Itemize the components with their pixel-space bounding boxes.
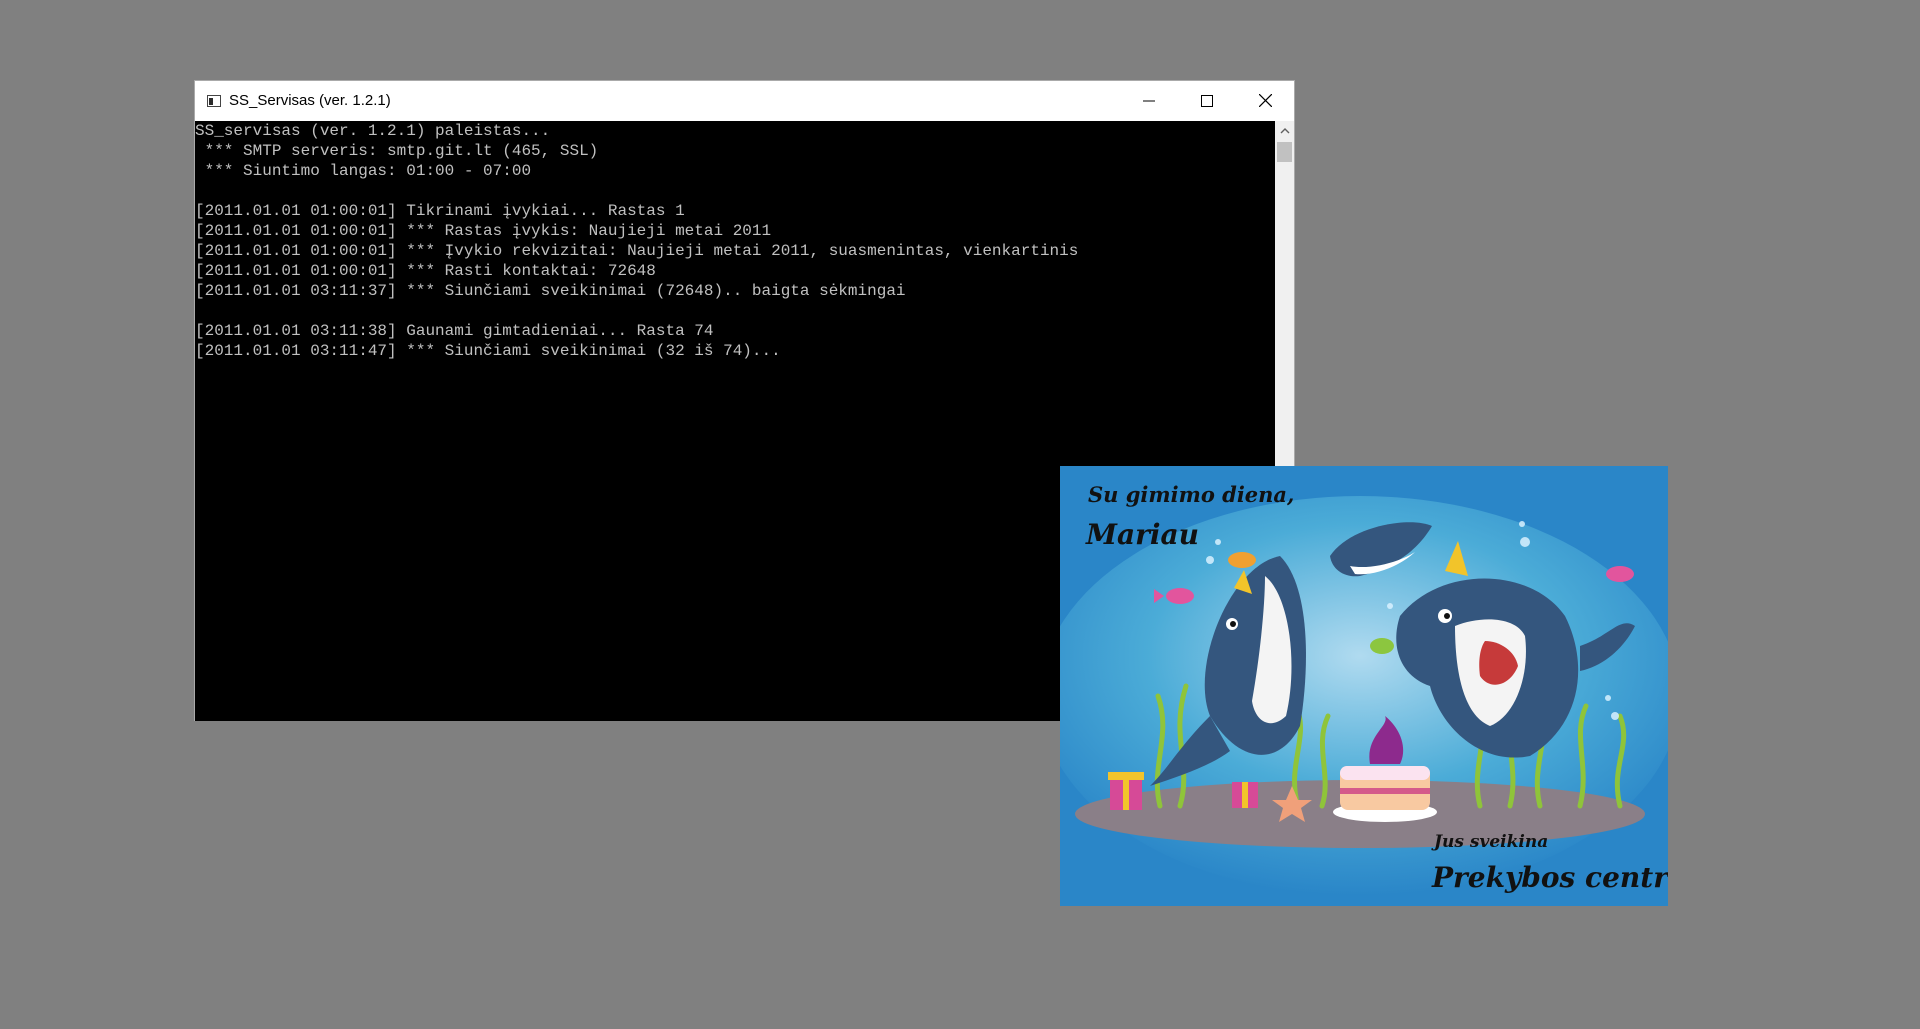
scroll-up-button[interactable] — [1275, 121, 1294, 140]
console-line: [2011.01.01 03:11:47] *** Siunčiami svei… — [195, 342, 781, 360]
console-line: [2011.01.01 03:11:37] *** Siunčiami svei… — [195, 282, 906, 300]
card-greeting-line1: Su gimimo diena, — [1088, 482, 1295, 507]
card-sender-name: Prekybos centras — [1432, 861, 1668, 894]
console-line: SS_servisas (ver. 1.2.1) paleistas... — [195, 122, 551, 140]
minimize-icon — [1143, 100, 1155, 101]
title-bar[interactable]: SS_Servisas (ver. 1.2.1) — [195, 81, 1294, 120]
console-line: *** SMTP serveris: smtp.git.lt (465, SSL… — [195, 142, 599, 160]
card-sender-label: Jus sveikina — [1434, 832, 1549, 852]
console-line: [2011.01.01 03:11:38] Gaunami gimtadieni… — [195, 322, 714, 340]
minimize-button[interactable] — [1120, 81, 1178, 120]
console-line: [2011.01.01 01:00:01] *** Įvykio rekvizi… — [195, 242, 1079, 260]
maximize-button[interactable] — [1178, 81, 1236, 120]
card-greeting-name: Mariau — [1086, 518, 1200, 551]
console-line: [2011.01.01 01:00:01] Tikrinami įvykiai.… — [195, 202, 685, 220]
console-line: [2011.01.01 01:00:01] *** Rastas įvykis:… — [195, 222, 772, 240]
close-button[interactable] — [1236, 81, 1294, 120]
window-title: SS_Servisas (ver. 1.2.1) — [229, 92, 391, 109]
console-line: [2011.01.01 01:00:01] *** Rasti kontakta… — [195, 262, 656, 280]
console-line: *** Siuntimo langas: 01:00 - 07:00 — [195, 162, 532, 180]
close-icon — [1258, 94, 1272, 107]
chevron-up-icon — [1280, 127, 1289, 133]
maximize-icon — [1201, 94, 1213, 107]
birthday-card-image: Su gimimo diena, Mariau Jus sveikina Pre… — [1060, 466, 1668, 906]
scroll-thumb[interactable] — [1277, 142, 1292, 162]
console-app-icon — [207, 94, 221, 107]
